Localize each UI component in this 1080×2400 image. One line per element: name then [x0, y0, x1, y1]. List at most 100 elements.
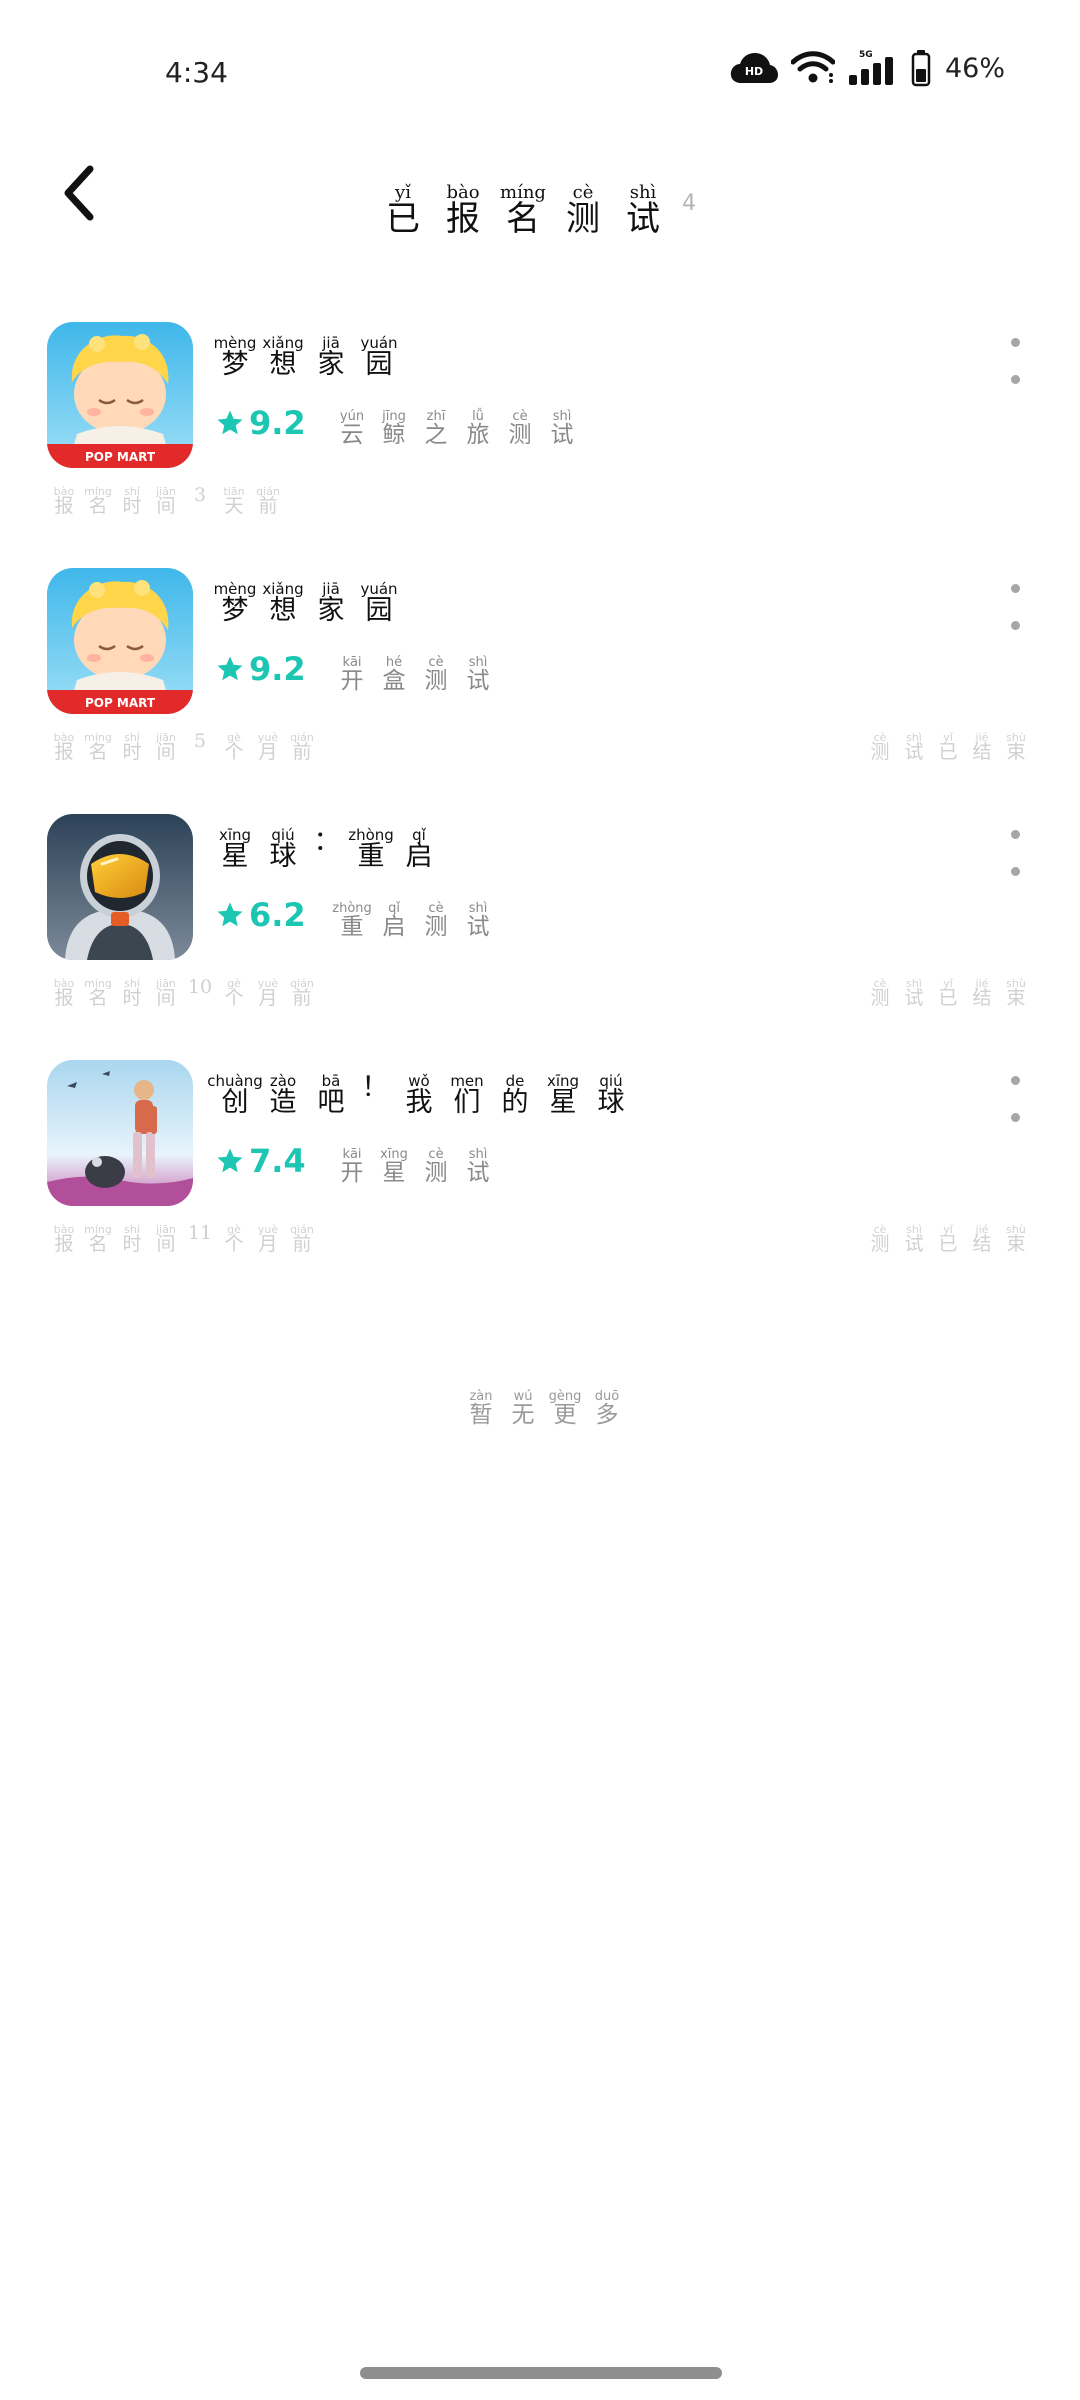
name-char: chuàng 创	[207, 1074, 262, 1118]
hanzi: 试	[550, 422, 574, 448]
meta-char: yǐ 已	[934, 1224, 962, 1255]
hanzi: 时	[122, 987, 142, 1009]
meta-char: shì 试	[900, 732, 928, 763]
meta-char: qián 前	[288, 732, 316, 763]
game-name[interactable]: mèng 梦 xiǎng 想 jiā 家 yuán 园	[214, 336, 399, 380]
hanzi: 创	[221, 1087, 249, 1118]
label-char: kāi 开	[335, 1148, 369, 1185]
more-options-button[interactable]	[1000, 338, 1030, 384]
meta-char: jié 结	[968, 1224, 996, 1255]
name-char: men 们	[447, 1074, 487, 1117]
meta-char: yuè 月	[254, 1224, 282, 1255]
meta-char: shí 时	[118, 978, 146, 1009]
hanzi: 球	[269, 841, 297, 872]
more-options-button[interactable]	[1000, 1076, 1030, 1122]
back-button[interactable]	[50, 158, 110, 228]
name-char: mèng 梦	[214, 336, 257, 379]
hanzi: 时	[122, 741, 142, 763]
test-label: yún 云 jīng 鲸 zhī 之 lǚ 旅 cè 测 shì 试	[335, 410, 579, 447]
game-name[interactable]: chuàng 创 zào 造 bā 吧 ！ wǒ 我 men 们 de 的 xīng 星 qi…	[207, 1073, 631, 1118]
count-badge: 4	[682, 191, 696, 216]
hanzi: 试	[626, 199, 660, 240]
hanzi: 报	[54, 495, 74, 517]
hanzi: 报	[54, 741, 74, 763]
game-name[interactable]: xīng 星 qiú 球 ： zhòng 重 qǐ 启	[215, 827, 439, 871]
hanzi: 的	[501, 1087, 529, 1118]
label-char: zhòng 重	[332, 902, 372, 939]
home-indicator[interactable]	[360, 2367, 722, 2379]
hanzi: 前	[292, 1233, 312, 1255]
label-char: shì 试	[461, 902, 495, 939]
game-list-item[interactable]: xīng 星 qiú 球 ： zhòng 重 qǐ 启 6.2 zhòng 重 qǐ 启 c…	[0, 814, 1080, 1054]
game-icon-dream-home[interactable]: POP MART	[47, 322, 193, 468]
more-options-button[interactable]	[1000, 830, 1030, 876]
hanzi: 之	[424, 422, 448, 448]
status-icons: HD 5G 46%	[729, 48, 1005, 88]
star-icon	[217, 410, 243, 435]
meta-char: gè 个	[220, 732, 248, 763]
name-char: xiǎng 想	[262, 336, 303, 379]
name-char: ！	[359, 1073, 391, 1117]
more-dot	[1010, 830, 1020, 839]
game-icon-star-reboot[interactable]	[47, 814, 193, 960]
hanzi: 天	[224, 495, 244, 517]
hanzi: 结	[972, 741, 992, 763]
hanzi: 试	[466, 914, 490, 940]
label-char: qǐ 启	[377, 902, 411, 939]
rating-value: 6.2	[249, 896, 306, 934]
name-char: yuán 园	[359, 582, 399, 625]
more-dot	[1010, 375, 1020, 384]
hanzi: 测	[424, 914, 448, 940]
hanzi: 园	[365, 349, 393, 380]
game-icon-dream-home[interactable]: POP MART	[47, 568, 193, 714]
hanzi: 间	[156, 1233, 176, 1255]
name-char: mèng 梦	[214, 582, 257, 625]
game-list-item[interactable]: POP MART mèng 梦 xiǎng 想 jiā 家 yuán 园 9.2 yún…	[0, 322, 1080, 562]
hanzi: 时	[122, 495, 142, 517]
game-list-item[interactable]: chuàng 创 zào 造 bā 吧 ！ wǒ 我 men 们 de 的 xīng 星 qi…	[0, 1060, 1080, 1300]
meta-char: qián 前	[288, 1224, 316, 1255]
meta-char: 11	[186, 1223, 214, 1255]
name-char: zào 造	[263, 1074, 303, 1117]
meta-char: bào 报	[50, 1224, 78, 1255]
rating: 6.2	[215, 896, 306, 934]
label-char: cè 测	[503, 410, 537, 447]
hanzi: 试	[904, 987, 924, 1009]
hanzi: 无	[511, 1402, 535, 1428]
label-char: cè 测	[419, 902, 453, 939]
name-char: qǐ 启	[399, 828, 439, 871]
hanzi: 结	[972, 1233, 992, 1255]
meta-char: shù 束	[1002, 1224, 1030, 1255]
game-list-item[interactable]: POP MART mèng 梦 xiǎng 想 jiā 家 yuán 园 9.2 kāi…	[0, 568, 1080, 808]
hanzi: 暂	[469, 1402, 493, 1428]
label-char: cè 测	[419, 656, 453, 693]
icon-badge-text: POP MART	[85, 696, 156, 710]
label-char: shì 试	[545, 410, 579, 447]
name-char: qiú 球	[263, 828, 303, 871]
hanzi: 测	[870, 987, 890, 1009]
star-icon	[217, 902, 243, 927]
meta-char: tiān 天	[220, 486, 248, 517]
hanzi: 间	[156, 495, 176, 517]
name-char: qiú 球	[591, 1074, 631, 1117]
game-icon-create-our-planet[interactable]	[47, 1060, 193, 1206]
meta-char: 3	[186, 485, 214, 517]
hanzi: 结	[972, 987, 992, 1009]
meta-char: shí 时	[118, 1224, 146, 1255]
rating: 9.2	[215, 650, 306, 688]
game-name[interactable]: mèng 梦 xiǎng 想 jiā 家 yuán 园	[214, 582, 399, 625]
hanzi: 间	[156, 987, 176, 1009]
wifi-icon	[790, 51, 835, 85]
rating-value: 9.2	[249, 404, 306, 442]
hanzi: 测	[508, 422, 532, 448]
hanzi: 5	[193, 730, 207, 752]
meta-char: jiān 间	[152, 978, 180, 1009]
hanzi: 鲸	[382, 422, 406, 448]
meta-char: 5	[186, 730, 214, 763]
hanzi: 个	[224, 1233, 244, 1255]
label-char: lǚ 旅	[461, 410, 495, 447]
meta-char: shì 试	[900, 978, 928, 1009]
hanzi: 个	[224, 741, 244, 763]
more-options-button[interactable]	[1000, 584, 1030, 630]
footer-char: gèng 更	[547, 1390, 583, 1427]
